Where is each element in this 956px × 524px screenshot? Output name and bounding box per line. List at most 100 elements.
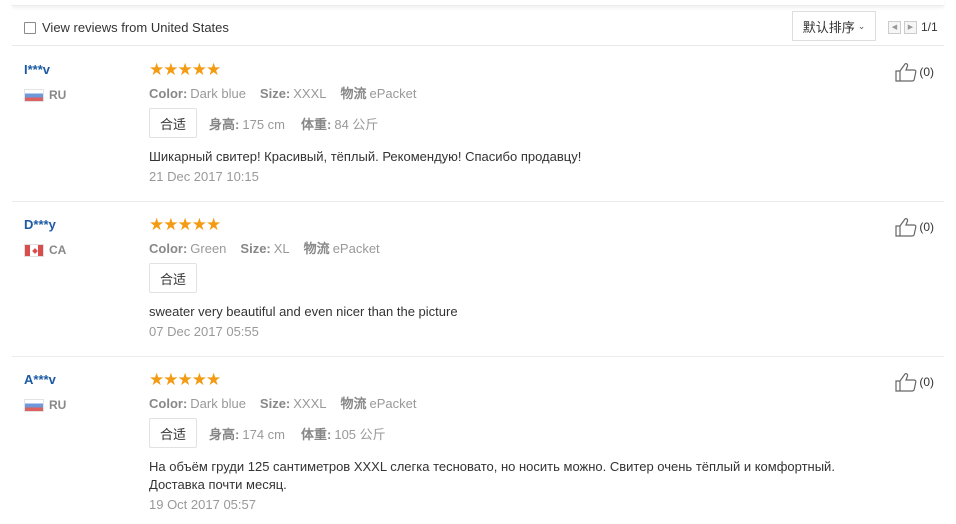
star-icon: ★ bbox=[191, 215, 207, 234]
buyer-country: RU bbox=[24, 88, 66, 102]
star-icon: ★ bbox=[177, 60, 193, 79]
fit-tag: 合适 bbox=[149, 108, 198, 138]
weight-value: 105 公斤 bbox=[334, 426, 386, 442]
attr-shipping-value: ePacket bbox=[369, 396, 417, 411]
attr-color-label: Color: bbox=[149, 241, 188, 256]
buyer-info: A***v RU bbox=[24, 372, 66, 412]
attr-size-label: Size: bbox=[259, 396, 291, 411]
thumbs-up-icon bbox=[895, 63, 917, 82]
attr-color-value: Green bbox=[190, 241, 227, 256]
attr-shipping: 物流 ePacket bbox=[304, 241, 380, 257]
chevron-down-icon: ⌄ bbox=[857, 20, 866, 31]
review-item: D***y CA ★ ★ ★ ★ ★ Color: Green Size: XL 物流 ePa… bbox=[12, 215, 944, 357]
buyer-name[interactable]: A***v bbox=[24, 372, 66, 388]
review-comment: sweater very beautiful and even nicer th… bbox=[149, 304, 458, 319]
star-rating: ★ ★ ★ ★ ★ bbox=[149, 370, 874, 389]
attr-color-label: Color: bbox=[149, 86, 188, 101]
next-page-button[interactable]: ▶ bbox=[904, 20, 917, 34]
review-date: 19 Oct 2017 05:57 bbox=[149, 497, 256, 512]
star-icon: ★ bbox=[163, 370, 179, 389]
review-item: A***v RU ★ ★ ★ ★ ★ Color: Dark blue Size: XXXL… bbox=[12, 370, 944, 524]
attr-color: Color: Dark blue bbox=[149, 396, 246, 412]
review-date: 21 Dec 2017 10:15 bbox=[149, 169, 259, 184]
us-reviews-checkbox[interactable] bbox=[24, 21, 36, 34]
fit-row: 合适 身高: 174 cm 体重: 105 公斤 bbox=[149, 418, 874, 448]
review-comment: На объём груди 125 сантиметров XXXL слег… bbox=[149, 459, 835, 492]
attr-color-value: Dark blue bbox=[190, 86, 246, 101]
height-label: 身高: bbox=[209, 426, 240, 442]
attr-size: Size: XXXL bbox=[260, 396, 327, 412]
attr-size-label: Size: bbox=[240, 241, 271, 256]
buyer-country: RU bbox=[24, 398, 66, 412]
star-icon: ★ bbox=[191, 370, 207, 389]
buyer-info: D***y CA bbox=[24, 217, 66, 257]
attr-shipping-value: ePacket bbox=[369, 86, 417, 101]
review-item: I***v RU ★ ★ ★ ★ ★ Color: Dark blue Size: XXXL… bbox=[12, 60, 944, 202]
review-date: 07 Dec 2017 05:55 bbox=[149, 324, 259, 339]
attr-color-label: Color: bbox=[149, 396, 188, 411]
star-rating: ★ ★ ★ ★ ★ bbox=[149, 60, 874, 79]
height-label: 身高: bbox=[209, 116, 240, 132]
fit-tag: 合适 bbox=[149, 263, 198, 293]
triangle-left-icon: ◀ bbox=[891, 24, 898, 31]
star-icon: ★ bbox=[177, 215, 193, 234]
height-measure: 身高: 174 cm bbox=[209, 424, 285, 443]
buyer-name[interactable]: D***y bbox=[24, 217, 66, 233]
attr-shipping: 物流 ePacket bbox=[341, 396, 417, 412]
weight-label: 体重: bbox=[301, 426, 332, 442]
height-measure: 身高: 175 cm bbox=[209, 114, 285, 133]
helpful-button[interactable]: (0) bbox=[895, 372, 934, 392]
review-comment: Шикарный свитер! Красивый, тёплый. Реком… bbox=[149, 149, 582, 164]
us-reviews-filter[interactable]: View reviews from United States bbox=[24, 20, 229, 35]
buyer-country: CA bbox=[24, 243, 66, 257]
flag-russia-icon bbox=[24, 88, 44, 102]
flag-canada-icon bbox=[24, 243, 44, 257]
sort-dropdown[interactable]: 默认排序 ⌄ bbox=[792, 11, 876, 41]
helpful-count: (0) bbox=[919, 220, 934, 234]
thumbs-up-icon bbox=[895, 218, 917, 237]
height-value: 174 cm bbox=[242, 426, 285, 442]
triangle-right-icon: ▶ bbox=[907, 24, 914, 31]
weight-label: 体重: bbox=[301, 116, 332, 132]
star-icon: ★ bbox=[206, 370, 222, 389]
helpful-button[interactable]: (0) bbox=[895, 62, 934, 82]
review-body: ★ ★ ★ ★ ★ Color: Dark blue Size: XXXL 物流 ePacke… bbox=[149, 60, 874, 184]
attr-color: Color: Green bbox=[149, 241, 226, 257]
star-icon: ★ bbox=[149, 60, 165, 79]
sort-dropdown-label: 默认排序 bbox=[802, 19, 855, 35]
height-value: 175 cm bbox=[242, 116, 285, 132]
attr-shipping: 物流 ePacket bbox=[341, 86, 417, 102]
helpful-button[interactable]: (0) bbox=[895, 217, 934, 237]
star-rating: ★ ★ ★ ★ ★ bbox=[149, 215, 874, 234]
country-code: RU bbox=[49, 398, 67, 412]
product-attributes: Color: Green Size: XL 物流 ePacket bbox=[149, 241, 874, 257]
star-icon: ★ bbox=[206, 215, 222, 234]
star-icon: ★ bbox=[206, 60, 222, 79]
country-code: RU bbox=[49, 88, 67, 102]
buyer-name[interactable]: I***v bbox=[24, 62, 66, 78]
star-icon: ★ bbox=[149, 215, 165, 234]
product-attributes: Color: Dark blue Size: XXXL 物流 ePacket bbox=[149, 396, 874, 412]
flag-russia-icon bbox=[24, 398, 44, 412]
star-icon: ★ bbox=[191, 60, 207, 79]
star-icon: ★ bbox=[163, 60, 179, 79]
attr-shipping-label: 物流 bbox=[340, 396, 367, 411]
fit-tag: 合适 bbox=[149, 418, 198, 448]
attr-color: Color: Dark blue bbox=[149, 86, 246, 102]
reviews-toolbar: View reviews from United States 默认排序 ⌄ ◀… bbox=[12, 10, 944, 46]
page-indicator: 1/1 bbox=[921, 20, 938, 34]
star-icon: ★ bbox=[163, 215, 179, 234]
fit-row: 合适 身高: 175 cm 体重: 84 公斤 bbox=[149, 108, 874, 138]
product-attributes: Color: Dark blue Size: XXXL 物流 ePacket bbox=[149, 86, 874, 102]
pagination: ◀ ▶ 1/1 bbox=[888, 20, 938, 34]
star-icon: ★ bbox=[149, 370, 165, 389]
attr-size-label: Size: bbox=[259, 86, 291, 101]
weight-measure: 体重: 84 公斤 bbox=[301, 114, 378, 133]
weight-measure: 体重: 105 公斤 bbox=[301, 424, 386, 443]
buyer-info: I***v RU bbox=[24, 62, 66, 102]
attr-size-value: XXXL bbox=[293, 86, 327, 101]
country-code: CA bbox=[49, 243, 67, 257]
prev-page-button[interactable]: ◀ bbox=[888, 20, 901, 34]
helpful-count: (0) bbox=[919, 65, 934, 79]
attr-size: Size: XL bbox=[240, 241, 289, 257]
